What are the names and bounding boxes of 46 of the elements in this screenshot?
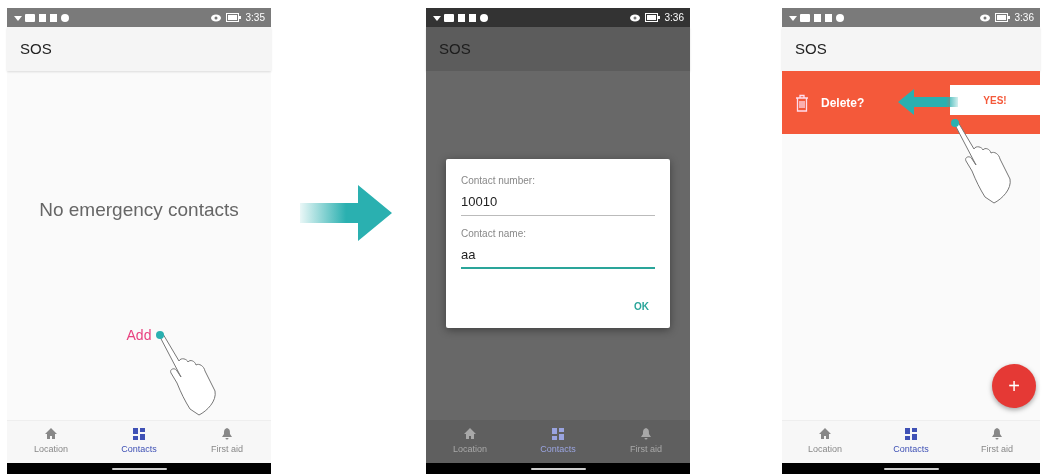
- eye-icon: [629, 13, 640, 22]
- nav-tab[interactable]: Location: [426, 421, 514, 463]
- add-link[interactable]: Add: [126, 324, 152, 346]
- house-icon: [463, 427, 477, 442]
- bell-icon: [220, 427, 234, 442]
- input-field[interactable]: aa: [461, 240, 655, 269]
- battery-icon: [225, 13, 241, 22]
- battery-icon: [644, 13, 660, 22]
- field-label: Contact number:: [461, 174, 536, 188]
- bell-icon: [639, 427, 653, 442]
- input-field[interactable]: 10010: [461, 188, 655, 216]
- battery-icon: [994, 13, 1010, 22]
- grid-icon: [132, 427, 146, 442]
- house-icon: [818, 427, 832, 442]
- app-title: SOS: [795, 38, 827, 59]
- eye-icon: [210, 13, 221, 22]
- app-title: SOS: [20, 38, 52, 59]
- nav-tab[interactable]: Contacts: [868, 421, 954, 463]
- notification-icons-drawing: [13, 12, 71, 23]
- add-button[interactable]: +: [992, 364, 1036, 408]
- delete-prompt: Delete?: [821, 94, 865, 112]
- status-time: 3:36: [1014, 11, 1034, 25]
- status-time: 3:35: [245, 11, 265, 25]
- right-arrow-icon: [300, 185, 392, 241]
- nav-tab[interactable]: Location: [782, 421, 868, 463]
- grid-icon: [904, 427, 918, 442]
- nav-tab[interactable]: Contacts: [95, 421, 183, 463]
- notification-icons-drawing: [788, 12, 846, 23]
- house-icon: [44, 427, 58, 442]
- nav-tab[interactable]: First aid: [602, 421, 690, 463]
- app-title: SOS: [439, 38, 471, 59]
- nav-tab[interactable]: First aid: [183, 421, 271, 463]
- ok-button[interactable]: OK: [628, 295, 655, 318]
- confirm-button[interactable]: YES!: [950, 85, 1040, 115]
- nav-tab[interactable]: Location: [7, 421, 95, 463]
- swipe-arrow-icon: [898, 89, 958, 115]
- bell-icon: [990, 427, 1004, 442]
- nav-tab[interactable]: First aid: [954, 421, 1040, 463]
- nav-tab[interactable]: Contacts: [514, 421, 602, 463]
- field-label: Contact name:: [461, 226, 528, 241]
- empty-message: No emergency contacts: [38, 198, 240, 222]
- grid-icon: [551, 427, 565, 442]
- status-time: 3:36: [664, 11, 684, 25]
- notification-icons-drawing: [432, 12, 490, 23]
- trash-icon: [795, 93, 809, 112]
- eye-icon: [979, 13, 990, 22]
